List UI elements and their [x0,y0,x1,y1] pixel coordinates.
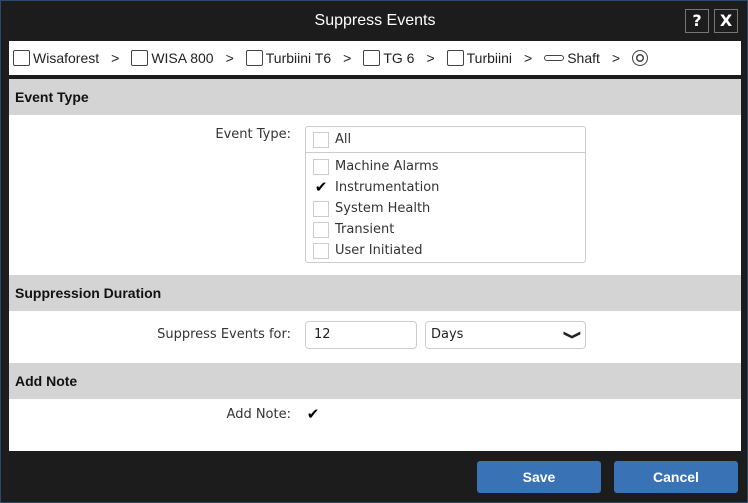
chevron-down-icon: ❯ [562,329,582,341]
dialog-content: Event Type Event Type: All Machine Alarm… [9,79,741,451]
breadcrumb-item[interactable]: TG 6 [363,50,414,66]
checkbox-icon[interactable] [313,158,329,175]
duration-unit-select[interactable]: Days ❯ [425,321,586,349]
section-duration: Suppression Duration [9,275,741,311]
breadcrumb-item[interactable] [632,50,651,66]
close-button[interactable]: X [714,9,738,33]
option-label: User Initiated [335,243,423,258]
breadcrumb-separator: > [343,50,352,66]
breadcrumb-separator: > [611,50,621,66]
section-add-note: Add Note [9,363,741,399]
duration-value-input[interactable]: 12 [305,321,417,349]
breadcrumb-item[interactable]: Wisaforest [13,50,99,66]
event-type-option[interactable]: System Health [306,198,585,219]
breadcrumb-label: TG 6 [383,50,415,66]
breadcrumb-label: Turbiini [466,50,513,66]
dialog-title: Suppress Events [314,12,436,29]
add-note-label: Add Note: [226,407,291,422]
breadcrumb-label: WISA 800 [151,50,214,66]
breadcrumb-separator: > [524,50,533,66]
breadcrumb-label: Wisaforest [33,50,100,66]
event-type-option[interactable]: User Initiated [306,240,585,261]
checkmark-icon[interactable]: ✔ [313,179,329,196]
event-type-option[interactable]: Machine Alarms [306,156,585,177]
turbine-icon [446,50,464,66]
breadcrumb-label: Shaft [567,50,600,66]
checkbox-icon[interactable] [313,131,329,148]
event-type-option[interactable]: ✔ Instrumentation [306,177,585,198]
option-label: Machine Alarms [335,159,439,174]
section-event-type: Event Type [9,79,741,115]
grid-icon [131,50,149,66]
factory-icon [13,50,30,66]
cancel-button[interactable]: Cancel [614,461,738,493]
breadcrumb-item[interactable]: Turbiini T6 [245,50,332,66]
breadcrumb-item[interactable]: Turbiini [446,50,513,66]
breadcrumb-separator: > [225,50,234,66]
checkbox-icon[interactable] [313,221,329,238]
shaft-icon [544,55,565,61]
option-label: Instrumentation [335,180,440,195]
machine-icon [363,50,381,66]
event-type-option[interactable]: Transient [306,219,585,240]
breadcrumb: Wisaforest > WISA 800 > Turbiini T6 > TG 6 > Tur… [9,41,741,75]
bearing-icon [632,50,649,66]
event-type-label: Event Type: [215,127,291,142]
option-label: System Health [335,201,431,216]
unit-value: Days [431,327,464,342]
checkbox-icon[interactable] [313,200,329,217]
breadcrumb-label: Turbiini T6 [265,50,332,66]
save-button[interactable]: Save [477,461,601,493]
checkbox-icon[interactable] [313,242,329,259]
breadcrumb-separator: > [111,50,120,66]
option-label: All [335,132,352,147]
option-label: Transient [335,222,395,237]
grid-icon [245,50,263,66]
add-note-checkbox[interactable]: ✔ [305,407,321,423]
event-type-list: All Machine Alarms ✔ Instrumentation System… [305,126,586,263]
breadcrumb-item[interactable]: WISA 800 [131,50,214,66]
breadcrumb-separator: > [426,50,435,66]
checkbox-all[interactable]: All [306,127,585,153]
help-button[interactable]: ? [685,9,709,33]
duration-label: Suppress Events for: [157,327,291,342]
breadcrumb-item[interactable]: Shaft [544,50,600,66]
